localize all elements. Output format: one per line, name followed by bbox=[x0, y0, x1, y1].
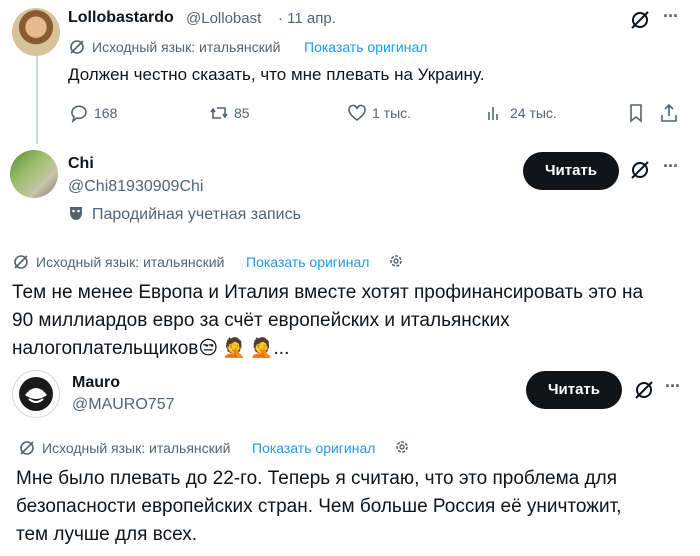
translate-icon bbox=[18, 439, 36, 457]
retweet-count[interactable]: 85 bbox=[234, 105, 250, 121]
more-options-icon[interactable]: ··· bbox=[663, 6, 679, 27]
follow-button[interactable]: Читать bbox=[523, 152, 619, 190]
facepalm-emoji: 🤦 bbox=[222, 338, 246, 359]
views-icon[interactable] bbox=[484, 102, 506, 124]
tweet-text-line: 90 миллиардов евро за счёт европейских и… bbox=[12, 310, 510, 331]
translation-label: Исходный язык: итальянский bbox=[92, 39, 281, 55]
grok-icon[interactable] bbox=[628, 158, 652, 182]
handle[interactable]: @Chi81930909Chi bbox=[68, 178, 203, 196]
more-options-icon[interactable]: ··· bbox=[665, 376, 681, 397]
more-options-icon[interactable]: ··· bbox=[663, 156, 679, 177]
tweet-text-line: Тем не менее Европа и Италия вместе хотя… bbox=[12, 282, 644, 303]
display-name[interactable]: Lollobastardo bbox=[68, 9, 174, 27]
retweet-icon[interactable] bbox=[208, 102, 230, 124]
translate-icon bbox=[12, 253, 30, 271]
show-original-link[interactable]: Показать оригинал bbox=[252, 440, 375, 456]
display-name[interactable]: Mauro bbox=[72, 374, 120, 392]
handle[interactable]: @Lollobast bbox=[186, 10, 261, 27]
like-icon[interactable] bbox=[346, 102, 368, 124]
grok-icon[interactable] bbox=[628, 8, 652, 32]
avatar[interactable] bbox=[10, 150, 58, 198]
reply-count[interactable]: 168 bbox=[94, 105, 117, 121]
reply-icon[interactable] bbox=[68, 102, 90, 124]
handle[interactable]: @MAURO757 bbox=[72, 396, 175, 414]
settings-gear-icon[interactable] bbox=[393, 438, 411, 456]
avatar[interactable] bbox=[12, 370, 60, 418]
thread-line bbox=[36, 56, 38, 144]
timestamp[interactable]: · 11 апр. bbox=[278, 10, 336, 27]
settings-gear-icon[interactable] bbox=[387, 252, 405, 270]
tweet-text-line: тем лучше для всех. bbox=[16, 524, 198, 545]
like-count[interactable]: 1 тыс. bbox=[372, 105, 411, 121]
grok-icon[interactable] bbox=[632, 378, 656, 402]
unamused-face-emoji: 😒 bbox=[198, 338, 219, 359]
parody-label: Пародийная учетная запись bbox=[92, 206, 301, 223]
display-name[interactable]: Chi bbox=[68, 155, 94, 173]
show-original-link[interactable]: Показать оригинал bbox=[304, 39, 427, 55]
share-icon[interactable] bbox=[658, 102, 680, 124]
tweet-text: Должен честно сказать, что мне плевать н… bbox=[68, 65, 485, 84]
bookmark-icon[interactable] bbox=[625, 102, 647, 124]
tweet-text-line: безопасности европейских стран. Чем боль… bbox=[16, 496, 622, 517]
follow-button[interactable]: Читать bbox=[526, 371, 622, 409]
parody-mask-icon bbox=[68, 205, 84, 223]
tweet-text: налогоплательщиков bbox=[12, 338, 199, 359]
tweet-text-line: налогоплательщиков😒 🤦 🤦... bbox=[12, 336, 289, 362]
translate-icon bbox=[68, 38, 86, 56]
translation-label: Исходный язык: итальянский bbox=[42, 440, 231, 456]
ellipsis: ... bbox=[273, 338, 290, 359]
show-original-link[interactable]: Показать оригинал bbox=[246, 254, 369, 270]
translation-label: Исходный язык: итальянский bbox=[36, 254, 225, 270]
tweet-text-line: Мне было плевать до 22-го. Теперь я счит… bbox=[16, 468, 617, 489]
avatar[interactable] bbox=[12, 8, 60, 56]
views-count[interactable]: 24 тыс. bbox=[510, 105, 557, 121]
facepalm-emoji: 🤦 bbox=[249, 338, 274, 359]
